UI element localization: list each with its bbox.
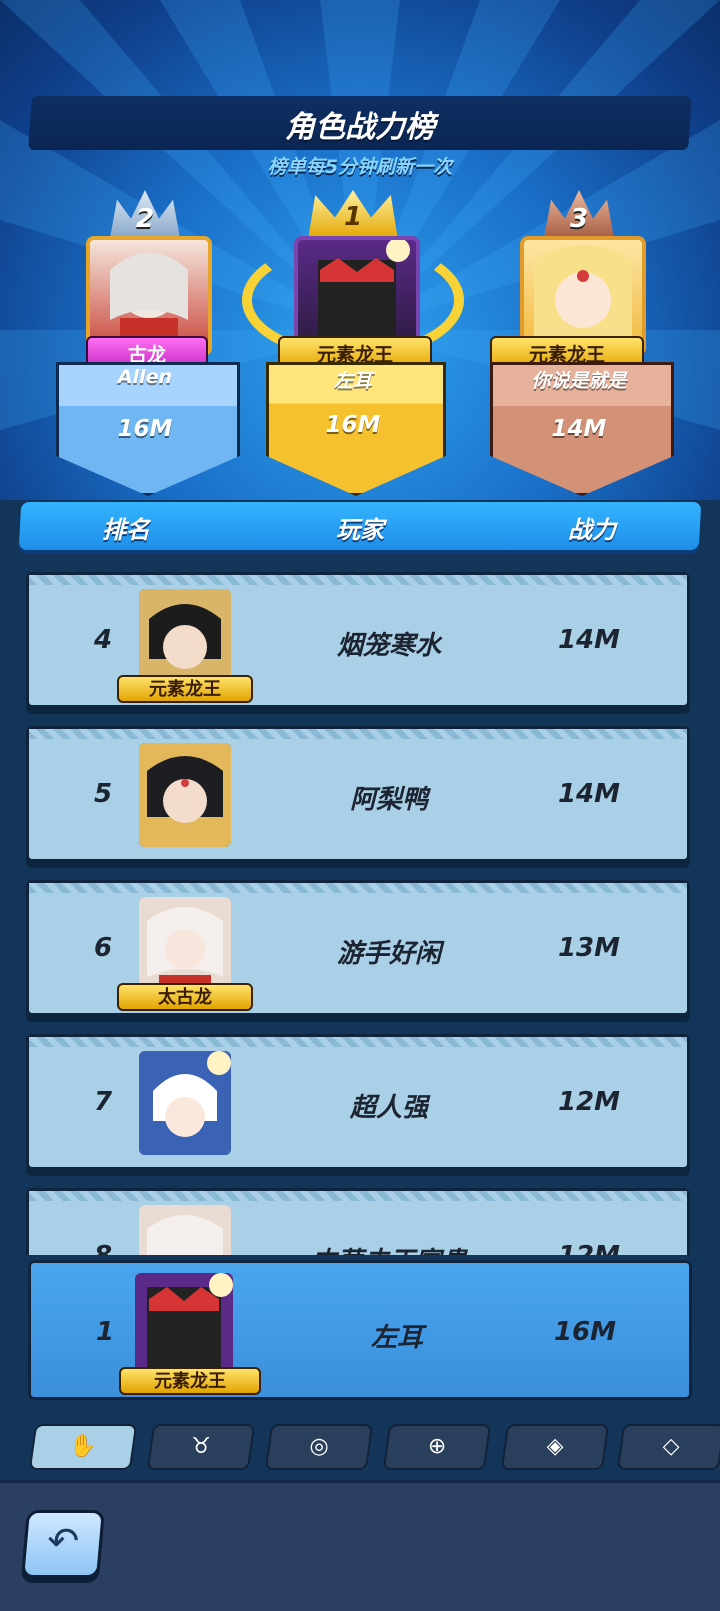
- back-button[interactable]: ↶: [21, 1510, 105, 1578]
- podium-card: Allen 16M: [56, 362, 240, 496]
- tab-horns[interactable]: ♉: [146, 1424, 256, 1470]
- ranking-row[interactable]: 6 太古龙 游手好闲 13M: [26, 880, 690, 1016]
- row-player-name: 中華去干富贵: [279, 1241, 499, 1255]
- row-rank: 7: [93, 1087, 113, 1117]
- shield-card-icon: ⊕: [427, 1434, 447, 1459]
- player-power: 16M: [117, 416, 173, 442]
- gem-card-icon: ◇: [662, 1434, 680, 1459]
- page-title: 角色战力榜: [285, 110, 435, 145]
- row-rank: 1: [95, 1317, 115, 1347]
- player-name: 你说是就是: [531, 370, 627, 392]
- player-avatar: [139, 1205, 231, 1255]
- podium-rank-2[interactable]: 2 古龙 Allen 16M: [56, 190, 240, 496]
- row-player-name: 左耳: [370, 1323, 423, 1353]
- refresh-notice: 榜单每5分钟刷新一次: [267, 156, 453, 178]
- ranking-row[interactable]: 5 阿梨鸭 14M: [26, 726, 690, 862]
- row-player-name: 阿梨鸭: [349, 785, 428, 815]
- player-avatar: [139, 743, 231, 847]
- player-avatar: [139, 1051, 231, 1155]
- column-header-rank: 排名: [102, 516, 150, 544]
- ranking-row[interactable]: 4 元素龙王 烟笼寒水 14M: [26, 572, 690, 708]
- row-rank: 8: [83, 1241, 123, 1255]
- podium-card: 你说是就是 14M: [490, 362, 674, 496]
- podium-rank-3[interactable]: 3 元素龙王 你说是就是 14M: [490, 190, 674, 496]
- player-name: Allen: [117, 366, 173, 388]
- bottom-bar: [0, 1480, 720, 1611]
- cards-icon: ◈: [546, 1434, 564, 1459]
- podium-card: 左耳 16M: [266, 362, 446, 496]
- rank-number: 2: [135, 204, 155, 234]
- row-power: 14M: [557, 625, 621, 655]
- my-ranking-row[interactable]: 1 元素龙王 左耳 16M: [28, 1260, 692, 1400]
- row-power: 14M: [557, 779, 621, 809]
- row-power: 16M: [553, 1317, 617, 1347]
- back-arrow-icon: ↶: [47, 1519, 80, 1563]
- row-rank: 5: [93, 779, 113, 809]
- row-power: 12M: [539, 1241, 639, 1255]
- player-power: 14M: [551, 416, 607, 442]
- row-player-name: 游手好闲: [336, 939, 441, 969]
- column-header-player: 玩家: [336, 516, 384, 544]
- rank-number: 3: [569, 204, 589, 234]
- row-player-name: 烟笼寒水: [336, 631, 441, 661]
- row-player-name: 超人强: [349, 1093, 428, 1123]
- column-header-power: 战力: [568, 516, 616, 544]
- player-power: 16M: [325, 412, 381, 438]
- tab-hand[interactable]: ✋: [28, 1424, 138, 1470]
- player-title-badge: 元素龙王: [117, 675, 253, 703]
- ranking-row[interactable]: 8 中華去干富贵 12M: [26, 1188, 690, 1255]
- category-tabs: ✋ ♉ ◎ ⊕ ◈ ◇: [0, 1424, 720, 1474]
- rank-number: 1: [343, 202, 363, 232]
- row-power: 12M: [557, 1087, 621, 1117]
- hand-icon: ✋: [69, 1434, 97, 1459]
- horns-icon: ♉: [191, 1434, 211, 1459]
- tab-swirl-card[interactable]: ◎: [264, 1424, 374, 1470]
- row-power: 13M: [557, 933, 621, 963]
- row-rank: 4: [93, 625, 113, 655]
- swirl-card-icon: ◎: [309, 1434, 329, 1459]
- tab-cards[interactable]: ◈: [500, 1424, 610, 1470]
- ranking-list[interactable]: 4 元素龙王 烟笼寒水 14M 5 阿梨鸭 14M 6 太古龙 游手好闲 13M…: [20, 560, 700, 1255]
- row-rank: 6: [93, 933, 113, 963]
- ranking-row[interactable]: 7 超人强 12M: [26, 1034, 690, 1170]
- tab-gem-card[interactable]: ◇: [616, 1424, 720, 1470]
- player-name: 左耳: [333, 370, 372, 392]
- player-title-badge: 元素龙王: [119, 1367, 261, 1395]
- tab-shield-card[interactable]: ⊕: [382, 1424, 492, 1470]
- podium-rank-1[interactable]: 1 元素龙王 左耳 16M: [242, 180, 464, 496]
- player-title-badge: 太古龙: [117, 983, 253, 1011]
- player-avatar: [135, 1273, 233, 1377]
